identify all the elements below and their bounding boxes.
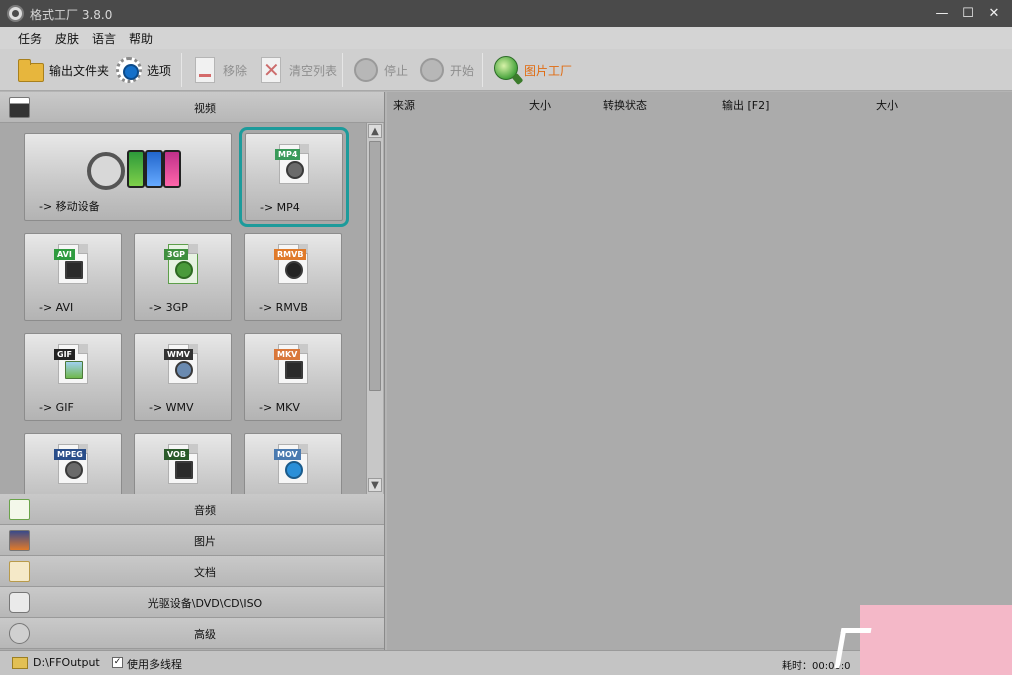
tile-vob[interactable]: VOB [134,433,232,494]
clear-list-icon [256,55,286,85]
remove-label: 移除 [223,63,248,78]
tile-rmvb[interactable]: RMVB -> RMVB [244,233,342,321]
close-button[interactable]: ✕ [983,4,1005,24]
start-label: 开始 [450,63,475,78]
column-source[interactable]: 来源 [393,97,415,113]
task-list[interactable]: 来源 大小 转换状态 输出 [F2] 大小 [387,92,1012,650]
category-panel: 视频 -> 移动设备 MP4 -> MP4 AVI -> AVI 3GP -> … [0,92,385,650]
menu-help[interactable]: 帮助 [129,30,153,47]
options-gear-icon [114,55,144,85]
wmv-file-icon: WMV [164,344,198,384]
folder-icon [16,55,46,85]
multithread-label: 使用多线程 [127,658,182,671]
tile-mov[interactable]: MOV [244,433,342,494]
remove-button[interactable]: 移除 [190,55,247,85]
column-size[interactable]: 大小 [529,97,551,113]
category-video-label: 视频 [194,102,216,115]
mkv-file-icon: MKV [274,344,308,384]
category-disc-label: 光驱设备\DVD\CD\ISO [147,597,263,610]
tile-label: -> MKV [259,401,300,414]
tile-3gp[interactable]: 3GP -> 3GP [134,233,232,321]
category-picture[interactable]: 图片 [0,525,384,556]
options-label: 选项 [147,63,172,78]
scroll-down-arrow-icon[interactable]: ▼ [368,478,382,492]
tile-mpeg[interactable]: MPEG [24,433,122,494]
start-reel-icon [417,55,447,85]
category-advanced[interactable]: 高级 [0,618,384,649]
watermark-overlay [860,605,1012,675]
options-button[interactable]: 选项 [114,55,171,85]
column-output[interactable]: 输出 [F2] [722,97,769,113]
tile-wmv[interactable]: WMV -> WMV [134,333,232,421]
multithread-checkbox[interactable]: ✓ [112,657,123,668]
picture-factory-label: 图片工厂 [524,63,573,78]
app-window: 格式工厂 3.8.0 — ☐ ✕ 任务 皮肤 语言 帮助 输出文件夹 选项 移除… [0,0,1012,675]
tile-label: -> 移动设备 [39,200,100,213]
tile-label: -> GIF [39,401,74,414]
scroll-up-arrow-icon[interactable]: ▲ [368,124,382,138]
tile-mkv[interactable]: MKV -> MKV [244,333,342,421]
globe-magnifier-icon [491,55,521,85]
tile-label: -> RMVB [259,301,308,314]
output-folder-icon[interactable] [12,657,28,669]
toolbar-divider [482,53,483,87]
category-document-label: 文档 [194,566,216,579]
stop-button[interactable]: 停止 [351,55,408,85]
tile-avi[interactable]: AVI -> AVI [24,233,122,321]
mobile-device-icon [87,148,181,192]
tile-mobile-device[interactable]: -> 移动设备 [24,133,232,221]
minimize-button[interactable]: — [931,4,953,24]
tile-label: -> MP4 [260,201,300,214]
avi-file-icon: AVI [54,244,88,284]
picture-factory-button[interactable]: 图片工厂 [491,55,572,85]
maximize-button[interactable]: ☐ [957,4,979,24]
menu-language[interactable]: 语言 [92,30,116,47]
toolbar: 输出文件夹 选项 移除 清空列表 停止 开始 图片工厂 [0,49,1012,91]
category-audio-label: 音频 [194,504,216,517]
category-picture-label: 图片 [194,535,216,548]
mp4-file-icon: MP4 [275,144,309,184]
vob-file-icon: VOB [164,444,198,484]
category-document[interactable]: 文档 [0,556,384,587]
3gp-file-icon: 3GP [164,244,198,284]
toolbar-divider [181,53,182,87]
menu-skin[interactable]: 皮肤 [55,30,79,47]
column-status[interactable]: 转换状态 [603,97,647,113]
tile-mp4[interactable]: MP4 -> MP4 [239,127,349,227]
title-bar: 格式工厂 3.8.0 — ☐ ✕ [0,0,1012,27]
menu-task[interactable]: 任务 [18,30,42,47]
window-title: 格式工厂 3.8.0 [30,8,113,22]
category-audio[interactable]: 音频 [0,494,384,525]
clear-list-label: 清空列表 [289,63,338,78]
mpeg-file-icon: MPEG [54,444,88,484]
start-button[interactable]: 开始 [417,55,474,85]
tile-label: -> WMV [149,401,194,414]
output-folder-button[interactable]: 输出文件夹 [16,55,109,85]
format-grid-scrollbar[interactable]: ▲ ▼ [366,123,383,494]
remove-document-icon [190,55,220,85]
output-path[interactable]: D:\FFOutput [33,656,100,669]
stop-reel-icon [351,55,381,85]
clear-list-button[interactable]: 清空列表 [256,55,337,85]
output-folder-label: 输出文件夹 [49,63,110,78]
video-format-grid: -> 移动设备 MP4 -> MP4 AVI -> AVI 3GP -> 3GP… [0,123,366,494]
stop-label: 停止 [384,63,409,78]
column-output-size[interactable]: 大小 [876,97,898,113]
category-video[interactable]: 视频 [0,92,384,123]
app-logo-icon [7,5,24,22]
category-disc[interactable]: 光驱设备\DVD\CD\ISO [0,587,384,618]
rmvb-file-icon: RMVB [274,244,308,284]
mov-file-icon: MOV [274,444,308,484]
toolbar-divider [342,53,343,87]
gif-file-icon: GIF [54,344,88,384]
tile-label: -> 3GP [149,301,188,314]
scroll-thumb[interactable] [369,141,381,391]
tile-gif[interactable]: GIF -> GIF [24,333,122,421]
category-advanced-label: 高级 [194,628,216,641]
menu-bar: 任务 皮肤 语言 帮助 [0,27,1012,49]
tile-label: -> AVI [39,301,74,314]
